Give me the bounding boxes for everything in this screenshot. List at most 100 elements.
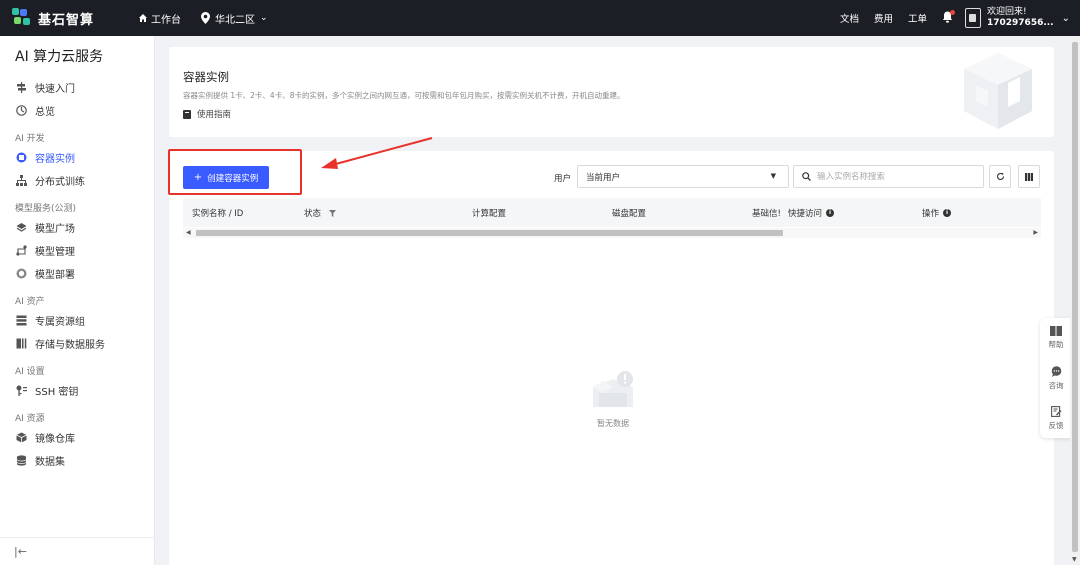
- sidebar-item-quick-start[interactable]: 快速入门: [0, 76, 154, 99]
- group-label-ai-resources: AI 资源: [15, 413, 45, 424]
- usage-guide-link[interactable]: 使用指南: [183, 108, 231, 120]
- ticket-link[interactable]: 工单: [908, 11, 927, 25]
- sidebar-item-model-deploy[interactable]: 模型部署: [0, 262, 154, 285]
- server-icon: [15, 315, 27, 327]
- consult-button[interactable]: 咨询: [1040, 358, 1072, 398]
- scroll-down-arrow-icon[interactable]: ▼: [1072, 556, 1077, 563]
- table-horizontal-scrollbar[interactable]: ◀ ▶: [183, 228, 1041, 238]
- notification-dot: [949, 9, 955, 15]
- column-header-name: 实例名称 / ID: [192, 209, 244, 219]
- dashboard-icon: [15, 105, 27, 117]
- column-settings-button[interactable]: [1018, 165, 1040, 188]
- container-icon: [15, 152, 27, 164]
- page-description: 容器实例提供 1卡、2卡、4卡、8卡的实例，多个实例之间内网互通，可按需和包年包…: [183, 91, 625, 100]
- sidebar-item-label: SSH 密钥: [35, 387, 79, 398]
- sidebar-item-overview[interactable]: 总览: [0, 99, 154, 122]
- sidebar-item-dedicated-resource[interactable]: 专属资源组: [0, 309, 154, 332]
- refresh-button[interactable]: [989, 165, 1011, 188]
- highlight-annotation-box: [168, 149, 302, 195]
- quick-access-label: 快捷访问: [788, 209, 823, 219]
- page-title: 容器实例: [183, 70, 229, 84]
- book-icon: [183, 109, 191, 119]
- empty-state: 暂无数据: [583, 369, 643, 429]
- deploy-icon: [15, 268, 27, 280]
- sidebar-item-distributed-training[interactable]: 分布式训练: [0, 169, 154, 192]
- group-label-ai-dev: AI 开发: [15, 133, 45, 144]
- sidebar-item-model-square[interactable]: 模型广场: [0, 216, 154, 239]
- actions-label: 操作: [922, 209, 940, 219]
- usage-guide-label: 使用指南: [197, 110, 232, 120]
- info-icon[interactable]: i: [826, 209, 835, 217]
- sidebar-item-image-registry[interactable]: 镜像仓库: [0, 426, 154, 449]
- help-button[interactable]: 帮助: [1040, 318, 1072, 358]
- sidebar-item-label: 模型广场: [35, 224, 75, 235]
- user-select-value: 当前用户: [586, 172, 621, 183]
- group-label-ai-assets: AI 资产: [15, 296, 45, 307]
- region-selector[interactable]: 华北二区 ⌄: [201, 11, 268, 26]
- user-filter-label: 用户: [554, 174, 572, 184]
- sidebar-item-container-instance[interactable]: 容器实例: [0, 146, 154, 169]
- column-header-compute: 计算配置: [472, 209, 507, 219]
- workbench-label: 工作台: [151, 14, 181, 26]
- cube-icon: [15, 432, 27, 444]
- page-header-card: 容器实例 容器实例提供 1卡、2卡、4卡、8卡的实例，多个实例之间内网互通，可按…: [169, 47, 1054, 137]
- scroll-left-arrow-icon[interactable]: ◀: [186, 229, 191, 236]
- page-vertical-scrollbar[interactable]: ▼: [1070, 36, 1080, 565]
- sidebar-item-label: 模型部署: [35, 270, 75, 281]
- welcome-text: 欢迎回来!: [986, 7, 1027, 17]
- bell-icon[interactable]: [942, 9, 955, 26]
- sidebar-item-label: 专属资源组: [35, 317, 85, 328]
- column-header-quick-access: 快捷访问 i: [788, 207, 835, 219]
- database-icon: [15, 455, 27, 467]
- docs-link[interactable]: 文档: [840, 11, 859, 25]
- columns-icon: [1025, 172, 1033, 181]
- empty-box-icon: [593, 371, 633, 407]
- feedback-edit-icon: [1050, 405, 1061, 417]
- sidebar-item-label: 容器实例: [35, 154, 75, 165]
- scrollbar-thumb[interactable]: [196, 230, 783, 236]
- signpost-icon: [15, 82, 27, 94]
- column-header-status[interactable]: 状态: [304, 207, 337, 219]
- feedback-button[interactable]: 反馈: [1040, 398, 1072, 438]
- help-book-icon: [1050, 326, 1062, 336]
- layers-icon: [15, 222, 27, 234]
- sidebar-item-ssh-key[interactable]: SSH 密钥: [0, 379, 154, 402]
- location-pin-icon: [201, 12, 210, 24]
- top-navigation-bar: 基石智算 工作台 华北二区 ⌄ 文档 费用 工单 欢迎回来! 170297656…: [0, 0, 1080, 36]
- user-filter-select[interactable]: 当前用户 ▼: [577, 165, 789, 188]
- sidebar-item-label: 总览: [35, 107, 55, 118]
- status-header-label: 状态: [304, 209, 322, 219]
- scroll-right-arrow-icon[interactable]: ▶: [1033, 229, 1038, 236]
- group-label-ai-settings: AI 设置: [15, 366, 45, 377]
- caret-down-icon: ▼: [770, 172, 776, 180]
- workbench-link[interactable]: 工作台: [138, 11, 181, 26]
- brand-logo[interactable]: 基石智算: [12, 8, 124, 28]
- sidebar-item-storage[interactable]: 存储与数据服务: [0, 332, 154, 355]
- search-box[interactable]: [793, 165, 984, 188]
- storage-icon: [15, 338, 27, 350]
- avatar[interactable]: [964, 8, 981, 28]
- sidebar-item-label: 模型管理: [35, 247, 75, 258]
- group-label-model-service: 模型服务(公测): [15, 203, 77, 214]
- sidebar: AI 算力云服务 快速入门 总览 AI 开发 容器实例 分布式训练 模型服务(公…: [0, 36, 155, 565]
- sidebar-item-model-manage[interactable]: 模型管理: [0, 239, 154, 262]
- sidebar-item-label: 分布式训练: [35, 177, 85, 188]
- user-menu[interactable]: 欢迎回来! 170297656...: [987, 7, 1054, 29]
- hierarchy-icon: [15, 175, 27, 187]
- consult-label: 咨询: [1048, 380, 1064, 390]
- table-header: 实例名称 / ID 状态 计算配置 磁盘配置 基础信! 快捷访问 i 操作 i: [183, 198, 1041, 227]
- container-illustration-icon: [964, 53, 1032, 129]
- sidebar-item-label: 镜像仓库: [35, 434, 75, 445]
- billing-link[interactable]: 费用: [874, 11, 893, 25]
- collapse-sidebar-button[interactable]: |←: [0, 537, 154, 565]
- sidebar-item-dataset[interactable]: 数据集: [0, 449, 154, 472]
- info-icon[interactable]: i: [943, 209, 952, 217]
- scrollbar-thumb[interactable]: [1072, 42, 1078, 552]
- chat-bubble-icon: [1051, 365, 1061, 377]
- chevron-down-icon: ⌄: [260, 13, 268, 23]
- instance-list-card: + 创建容器实例 用户 当前用户 ▼ 实例名称 / ID 状态 计算配置 磁盘配…: [169, 151, 1054, 565]
- search-input[interactable]: [817, 171, 967, 182]
- chevron-down-icon[interactable]: ⌄: [1062, 13, 1070, 24]
- sidebar-item-label: 数据集: [35, 457, 65, 468]
- sidebar-item-label: 快速入门: [35, 84, 75, 95]
